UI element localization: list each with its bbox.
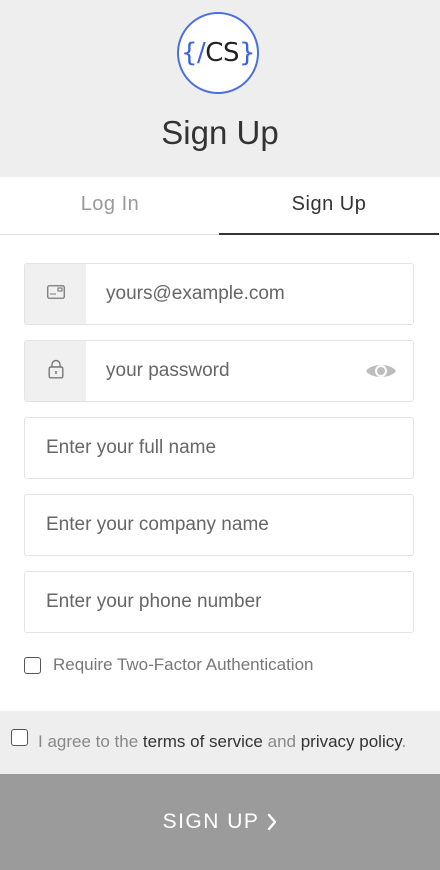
mfa-checkbox[interactable] bbox=[24, 656, 41, 674]
password-icon-cell bbox=[25, 341, 86, 401]
password-input[interactable] bbox=[106, 341, 376, 401]
logo-slash: / bbox=[197, 38, 206, 68]
email-field-group bbox=[24, 263, 414, 325]
eye-icon[interactable] bbox=[365, 359, 397, 383]
terms-bar: I agree to the terms of service and priv… bbox=[0, 711, 440, 774]
company-name-input[interactable] bbox=[46, 495, 396, 555]
envelope-icon bbox=[46, 284, 65, 304]
full-name-field-group bbox=[24, 417, 414, 479]
terms-checkbox[interactable] bbox=[11, 729, 28, 746]
email-icon-cell bbox=[25, 264, 86, 324]
phone-field-group bbox=[24, 571, 414, 633]
lock-icon bbox=[48, 359, 64, 384]
password-field-group bbox=[24, 340, 414, 402]
terms-of-service-link[interactable]: terms of service bbox=[143, 732, 263, 751]
tab-sign-up[interactable]: Sign Up bbox=[219, 177, 439, 235]
chevron-right-icon bbox=[267, 813, 277, 831]
full-name-input[interactable] bbox=[46, 418, 396, 478]
header: {/ CS} Sign Up bbox=[0, 0, 440, 177]
phone-number-input[interactable] bbox=[46, 572, 396, 632]
tab-log-in[interactable]: Log In bbox=[0, 177, 220, 235]
logo-letters: CS bbox=[205, 38, 239, 68]
auth-tabs: Log In Sign Up bbox=[0, 177, 440, 235]
page-title: Sign Up bbox=[161, 114, 279, 151]
logo-brace-close: } bbox=[238, 38, 256, 68]
company-field-group bbox=[24, 494, 414, 556]
sign-up-button-label: SIGN UP bbox=[162, 810, 260, 833]
privacy-policy-link[interactable]: privacy policy bbox=[301, 732, 402, 751]
logo: {/ CS} bbox=[177, 12, 259, 94]
terms-prefix: I agree to the bbox=[38, 732, 143, 751]
sign-up-button[interactable]: SIGN UP bbox=[0, 774, 440, 870]
logo-brace-open: { bbox=[180, 38, 198, 68]
terms-suffix: . bbox=[401, 732, 407, 751]
terms-text: I agree to the terms of service and priv… bbox=[38, 732, 406, 752]
email-input[interactable] bbox=[106, 264, 376, 324]
terms-middle: and bbox=[262, 732, 301, 751]
mfa-label: Require Two-Factor Authentication bbox=[53, 655, 314, 674]
mfa-option: Require Two-Factor Authentication bbox=[24, 654, 314, 676]
